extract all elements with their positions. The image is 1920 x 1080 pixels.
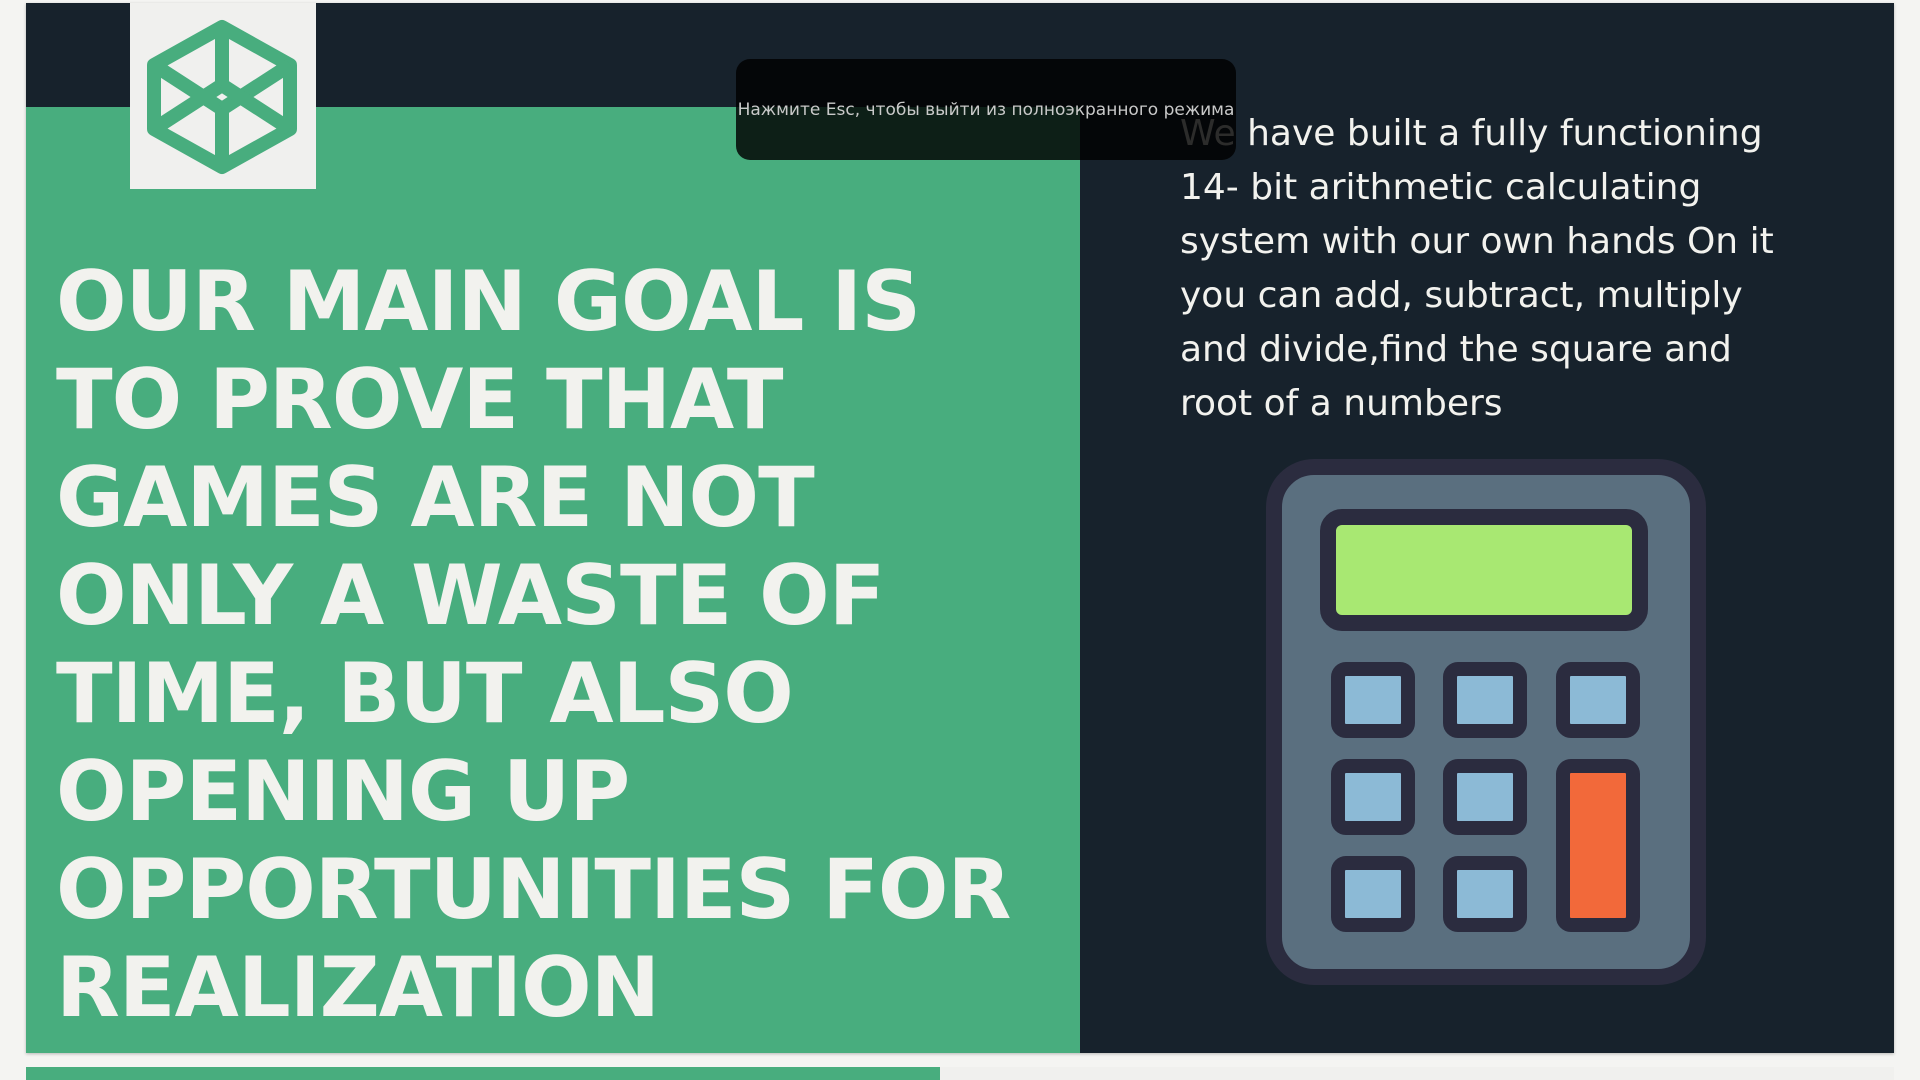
calculator-key [1331, 662, 1415, 738]
next-slide-green-panel [26, 1067, 940, 1080]
presentation-slide: OUR MAIN GOAL IS TO PROVE THAT GAMES ARE… [26, 3, 1894, 1053]
calculator-key [1443, 759, 1527, 835]
fullscreen-exit-hint-text: Нажмите Esc, чтобы выйти из полноэкранно… [737, 99, 1235, 120]
calculator-key [1331, 856, 1415, 932]
calculator-key [1331, 759, 1415, 835]
calculator-equals-key [1556, 759, 1640, 932]
calculator-key [1556, 662, 1640, 738]
fullscreen-exit-hint: Нажмите Esc, чтобы выйти из полноэкранно… [736, 59, 1236, 160]
calculator-screen [1320, 509, 1648, 631]
logo [130, 3, 316, 189]
slide-headline: OUR MAIN GOAL IS TO PROVE THAT GAMES ARE… [56, 253, 1011, 1036]
calculator-key [1443, 856, 1527, 932]
codepen-hexagon-icon [147, 20, 297, 174]
calculator-icon [1266, 459, 1706, 985]
slide-description: We have built a fully functioning 14- bi… [1180, 113, 1774, 424]
next-slide-preview [26, 1067, 1894, 1080]
calculator-key [1443, 662, 1527, 738]
